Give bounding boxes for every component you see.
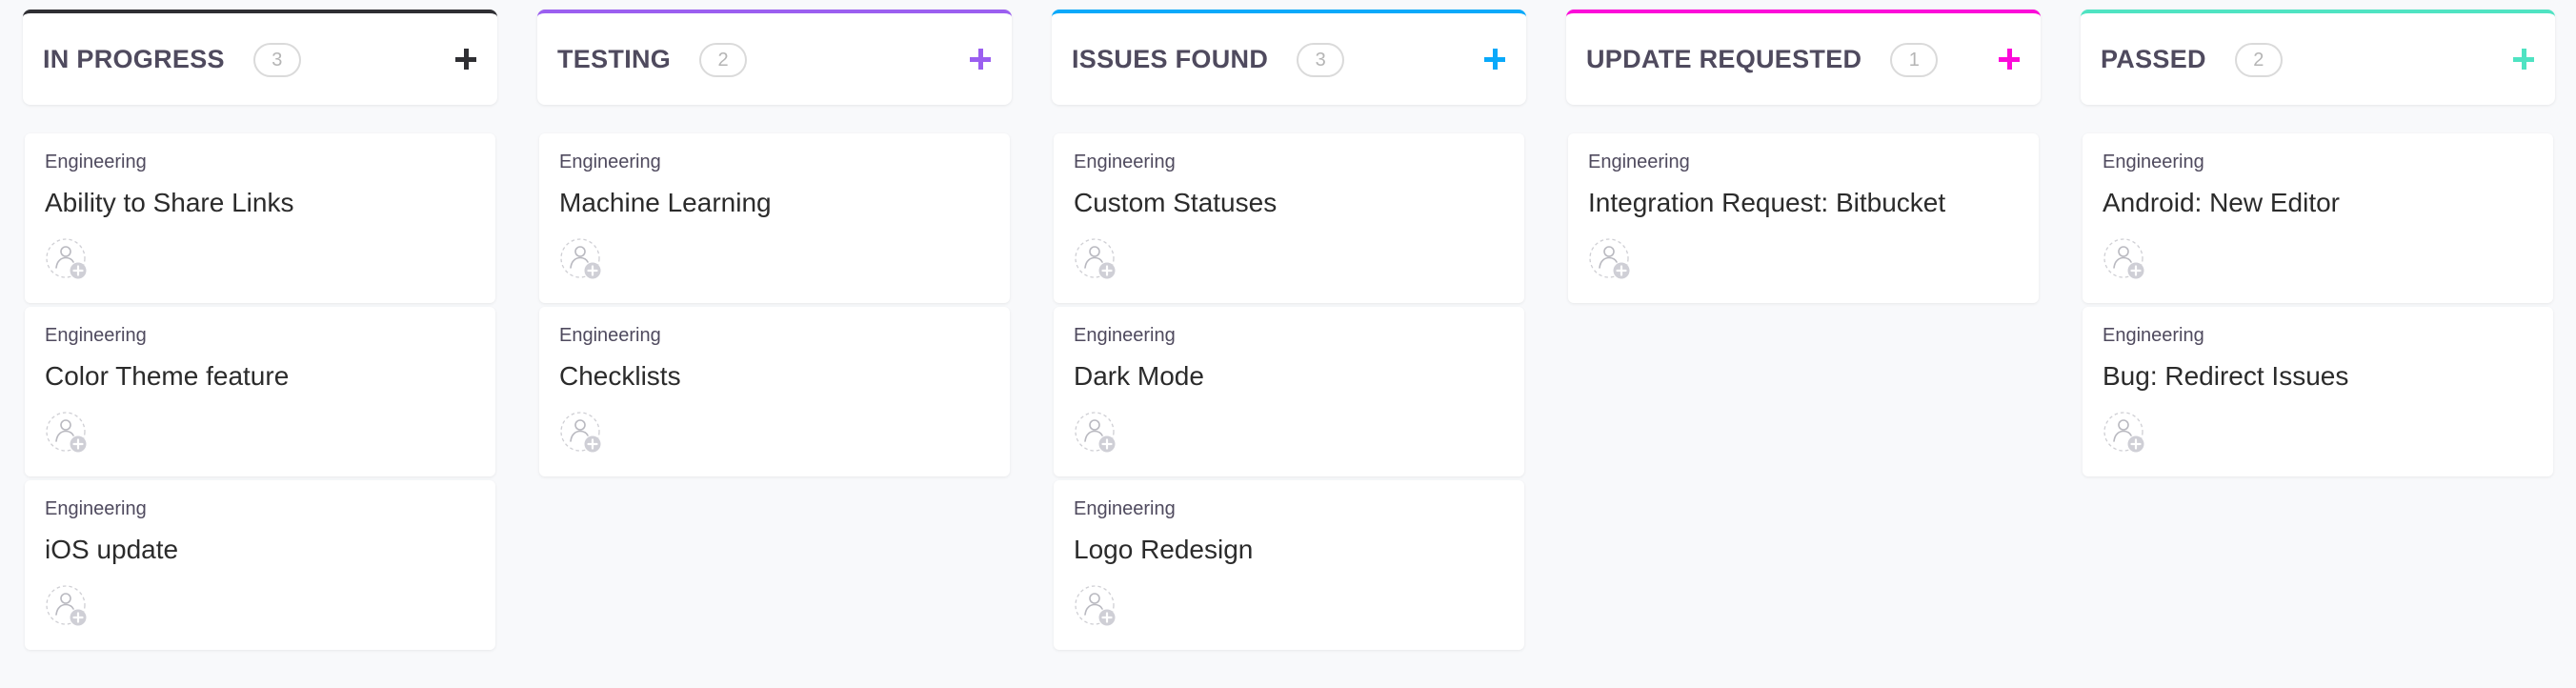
column-header: IN PROGRESS 3 [23,10,497,105]
task-category: Engineering [2103,152,2204,172]
task-card[interactable]: Engineering Logo Redesign [1054,480,1524,650]
task-card[interactable]: Engineering Integration Request: Bitbuck… [1568,133,2039,303]
task-category: Engineering [45,498,147,519]
task-title: Custom Statuses [1074,188,1278,217]
task-category: Engineering [1074,325,1176,346]
board-column-update-requested: UPDATE REQUESTED 1 Engineering Integrati… [1566,10,2041,650]
column-count-badge: 3 [252,43,301,77]
add-assignee-icon[interactable] [559,237,605,283]
kanban-board: IN PROGRESS 3 Engineering Ability to Sha… [23,10,2555,650]
add-assignee-icon[interactable] [45,237,91,283]
board-column-issues-found: ISSUES FOUND 3 Engineering Custom Status… [1052,10,1526,650]
task-title: Machine Learning [559,188,772,217]
add-assignee-icon[interactable] [559,411,605,456]
add-assignee-icon[interactable] [45,584,91,630]
task-category: Engineering [45,152,147,172]
board-column-testing: TESTING 2 Engineering Machine Learning E… [537,10,1012,650]
task-category: Engineering [2103,325,2204,346]
task-title: iOS update [45,535,179,564]
plus-icon[interactable] [970,49,991,70]
column-title: PASSED [2101,44,2206,73]
task-category: Engineering [1074,498,1176,519]
task-card[interactable]: Engineering Checklists [539,307,1010,476]
column-header: UPDATE REQUESTED 1 [1566,10,2041,105]
task-card[interactable]: Engineering Color Theme feature [25,307,495,476]
column-count-badge: 3 [1297,43,1345,77]
add-assignee-icon[interactable] [2103,411,2148,456]
column-title: UPDATE REQUESTED [1586,44,1862,73]
column-header: PASSED 2 [2081,10,2555,105]
add-assignee-icon[interactable] [45,411,91,456]
task-title: Android: New Editor [2103,188,2341,217]
task-title: Integration Request: Bitbucket [1588,188,1946,217]
add-assignee-icon[interactable] [1074,411,1119,456]
column-title: ISSUES FOUND [1072,44,1269,73]
task-title: Bug: Redirect Issues [2103,361,2349,391]
card-list: Engineering Integration Request: Bitbuck… [1566,133,2041,303]
card-list: Engineering Custom Statuses Engineering … [1052,133,1526,650]
task-title: Checklists [559,361,681,391]
task-category: Engineering [1588,152,1690,172]
task-card[interactable]: Engineering Bug: Redirect Issues [2083,307,2553,476]
task-card[interactable]: Engineering Machine Learning [539,133,1010,303]
column-header: ISSUES FOUND 3 [1052,10,1526,105]
column-count-badge: 1 [1890,43,1939,77]
column-title: TESTING [557,44,672,73]
task-category: Engineering [559,325,661,346]
task-category: Engineering [1074,152,1176,172]
column-count-badge: 2 [2234,43,2283,77]
card-list: Engineering Android: New Editor Engineer… [2081,133,2555,476]
card-list: Engineering Ability to Share Links Engin… [23,133,497,650]
task-title: Dark Mode [1074,361,1204,391]
add-assignee-icon[interactable] [2103,237,2148,283]
plus-icon[interactable] [1999,49,2020,70]
add-assignee-icon[interactable] [1074,584,1119,630]
card-list: Engineering Machine Learning Engineering… [537,133,1012,476]
column-title: IN PROGRESS [43,44,225,73]
task-card[interactable]: Engineering Android: New Editor [2083,133,2553,303]
board-column-in-progress: IN PROGRESS 3 Engineering Ability to Sha… [23,10,497,650]
task-card[interactable]: Engineering iOS update [25,480,495,650]
task-category: Engineering [559,152,661,172]
task-category: Engineering [45,325,147,346]
task-card[interactable]: Engineering Custom Statuses [1054,133,1524,303]
column-header: TESTING 2 [537,10,1012,105]
task-card[interactable]: Engineering Ability to Share Links [25,133,495,303]
column-count-badge: 2 [699,43,748,77]
task-card[interactable]: Engineering Dark Mode [1054,307,1524,476]
task-title: Color Theme feature [45,361,290,391]
add-assignee-icon[interactable] [1588,237,1634,283]
board-column-passed: PASSED 2 Engineering Android: New Editor… [2081,10,2555,650]
plus-icon[interactable] [455,49,476,70]
add-assignee-icon[interactable] [1074,237,1119,283]
plus-icon[interactable] [2513,49,2534,70]
task-title: Logo Redesign [1074,535,1254,564]
plus-icon[interactable] [1484,49,1505,70]
task-title: Ability to Share Links [45,188,294,217]
